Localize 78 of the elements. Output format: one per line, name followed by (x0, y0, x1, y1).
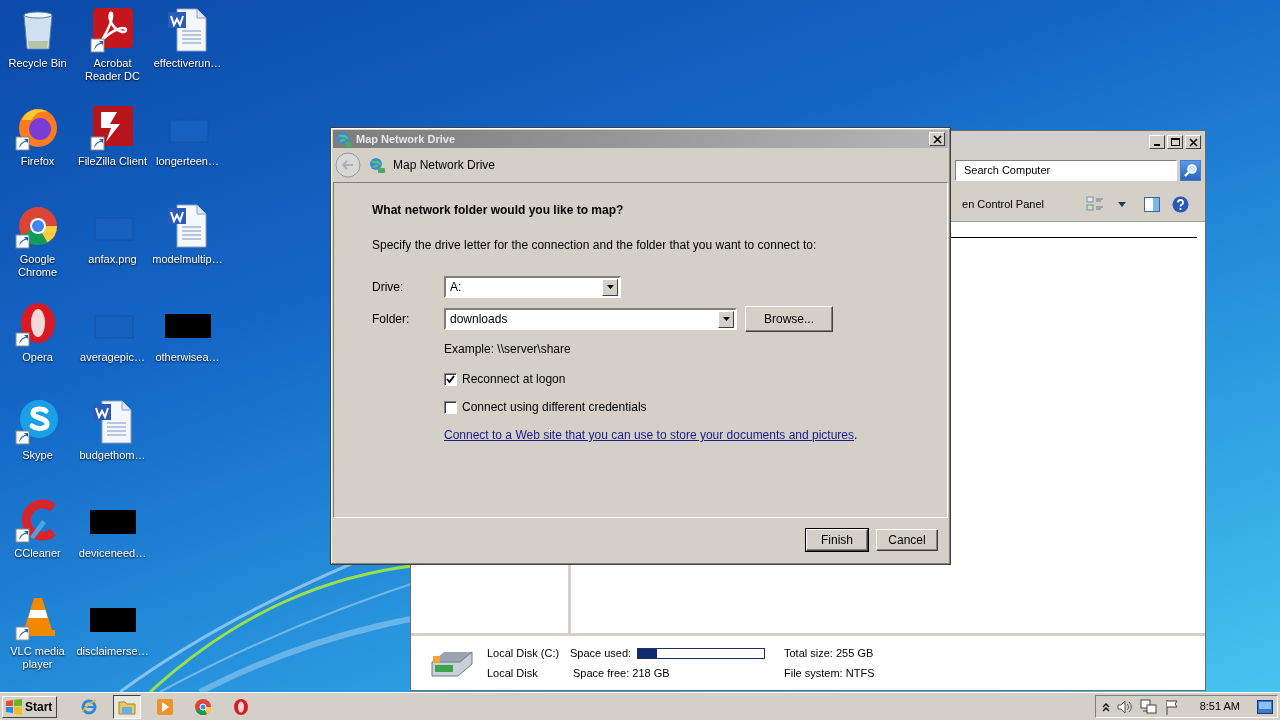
desktop-icon-label[interactable]: Recycle Bin (8, 57, 67, 70)
windows-logo-icon (5, 698, 23, 715)
field-label: Folder: (372, 311, 411, 328)
example-text: Example: \\server\share (444, 341, 572, 358)
field-value: NTFS (845, 667, 875, 679)
field-label: Space used: (570, 646, 632, 659)
web-browser-icon (80, 697, 99, 716)
desktop-icon-label[interactable]: averagepic… (80, 351, 145, 364)
desktop-icon-label[interactable]: CCleaner (14, 547, 61, 560)
desktop-icon-label[interactable]: Skype (22, 449, 53, 462)
flag-icon[interactable] (1164, 698, 1179, 715)
chevron-up-icon[interactable] (1101, 701, 1110, 712)
desktop-icon-label[interactable]: effectiverun… (153, 57, 222, 70)
drive-name: Local Disk (C:) (487, 645, 561, 661)
web-site-link[interactable]: Connect to a Web site that you can use to store your documents and pictures (444, 428, 854, 442)
maximize-icon (1169, 137, 1181, 147)
field-value: 255 GB (836, 646, 874, 659)
speaker-icon[interactable] (1116, 699, 1133, 714)
globe-icon (336, 131, 352, 147)
ring-logo-icon (232, 697, 251, 716)
close-icon (1187, 137, 1199, 147)
checkbox[interactable] (444, 400, 457, 414)
desktop-icon-label[interactable]: VLC media player (1, 645, 74, 671)
checkbox-label[interactable]: Connect using different credentials (462, 398, 647, 416)
browser-icon (194, 697, 213, 716)
checkbox-label[interactable]: Reconnect at logon (462, 370, 566, 388)
desktop-icon-label[interactable]: FileZilla Client (77, 155, 148, 168)
show-desktop-button[interactable] (1257, 697, 1273, 716)
field-value: 218 GB (632, 667, 670, 679)
caret-icon[interactable] (1118, 201, 1126, 207)
search-field[interactable]: Search Computer (955, 159, 1177, 181)
show-desktop-icon (1257, 700, 1273, 715)
finish-button[interactable]: Finish (806, 529, 868, 551)
field-label: Space free: (573, 667, 630, 679)
folder-button[interactable] (113, 694, 142, 719)
field-label: Total size: (784, 646, 833, 659)
caret-icon[interactable] (722, 317, 730, 321)
media-player-icon (156, 697, 175, 716)
instruction-text: Specify the drive letter for the connection and the folder that you want to connect to: (372, 237, 818, 254)
desktop-icon-label[interactable]: Google Chrome (1, 253, 74, 279)
network-icon[interactable] (1139, 698, 1158, 715)
desktop-icon-label[interactable]: deviceneed… (78, 547, 147, 560)
close-button[interactable] (929, 132, 945, 146)
desktop-icon-label[interactable]: otherwisea… (155, 351, 220, 364)
checkbox[interactable] (444, 372, 457, 386)
desktop-icon-label[interactable]: modelmultip… (152, 253, 223, 266)
desktop-icon-label[interactable]: longerteen… (156, 155, 219, 168)
close-icon (931, 134, 943, 144)
desktop-icon-label[interactable]: anfax.png (88, 253, 137, 266)
help-icon[interactable] (1172, 195, 1189, 213)
clock[interactable]: 8:51 AM (1199, 698, 1240, 715)
globe-icon (369, 157, 385, 173)
start-button[interactable]: Start (2, 695, 58, 718)
drive-dropdown[interactable]: A: (444, 276, 621, 298)
web-site-prompt: Connect to a Web site that you can use to store your documents and pictures. (444, 427, 859, 444)
close-button[interactable] (1185, 135, 1201, 149)
desktop-icon-label[interactable]: Firefox (20, 155, 55, 168)
desktop-icon-label[interactable]: budgethom… (79, 449, 146, 462)
desktop-icon-label[interactable]: Opera (22, 351, 53, 364)
desktop-icon-label[interactable]: disclaimerse… (76, 645, 149, 658)
minimize-icon (1154, 144, 1160, 146)
drive-type: Local Disk (487, 666, 539, 681)
window-title: Map Network Drive (356, 131, 456, 147)
question-heading: What network folder would you like to map? (372, 202, 625, 219)
preview-pane-icon[interactable] (1144, 196, 1160, 212)
field-label: File system: (784, 667, 843, 679)
field-label: Drive: (372, 279, 405, 296)
toolbar-command[interactable]: en Control Panel (962, 195, 1044, 213)
caret-icon[interactable] (606, 285, 614, 289)
maximize-button[interactable] (1167, 135, 1183, 149)
desktop-icon-label[interactable]: Acrobat Reader DC (76, 57, 149, 83)
cancel-button[interactable]: Cancel (876, 529, 938, 551)
wizard-title: Map Network Drive (393, 157, 496, 174)
minimize-button[interactable] (1149, 135, 1165, 149)
browse-button[interactable]: Browse... (745, 306, 833, 332)
search-button[interactable] (1180, 159, 1201, 181)
hard-drive-icon (429, 648, 475, 678)
folder-dropdown[interactable]: downloads (444, 308, 737, 330)
